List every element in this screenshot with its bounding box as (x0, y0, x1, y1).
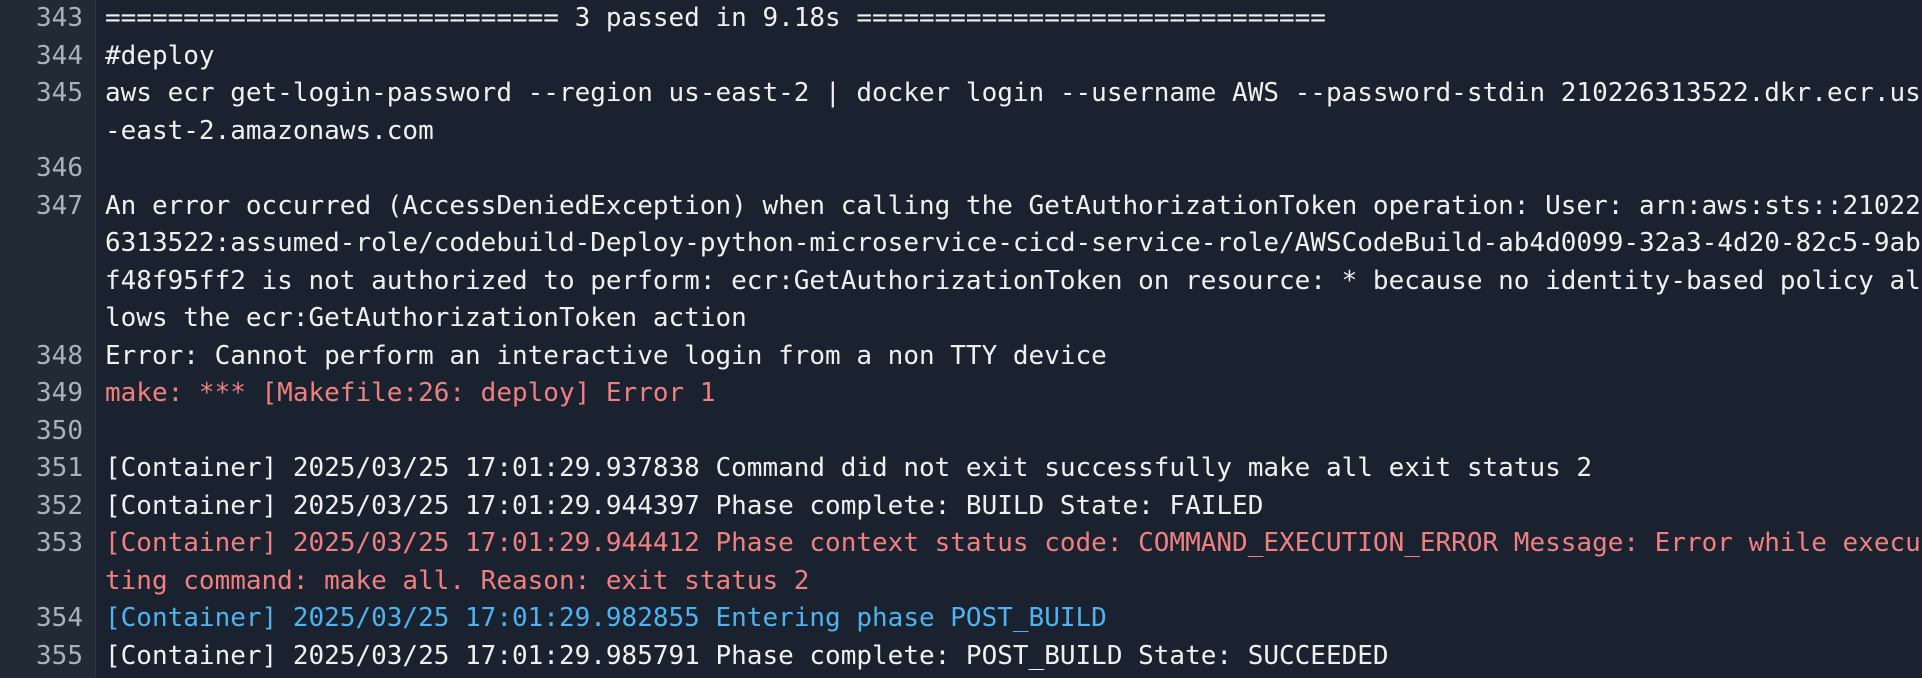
log-line: 346 (0, 150, 1922, 188)
log-line: 353 [Container] 2025/03/25 17:01:29.9444… (0, 525, 1922, 600)
log-text-info: [Container] 2025/03/25 17:01:29.982855 E… (105, 603, 1107, 633)
log-line: 350 (0, 413, 1922, 451)
log-line: 351 [Container] 2025/03/25 17:01:29.9378… (0, 450, 1922, 488)
line-number: 353 (36, 528, 83, 558)
log-lines: 343 ============================= 3 pass… (0, 0, 1922, 675)
log-text: [Container] 2025/03/25 17:01:29.985791 P… (105, 640, 1389, 671)
log-text-error: [Container] 2025/03/25 17:01:29.944412 P… (105, 528, 1921, 596)
log-text: #deploy (105, 40, 215, 71)
log-text-error: make: *** [Makefile:26: deploy] Error 1 (105, 378, 716, 408)
line-number: 350 (36, 415, 83, 446)
log-text: An error occurred (AccessDeniedException… (105, 190, 1921, 334)
log-line: 349 make: *** [Makefile:26: deploy] Erro… (0, 375, 1922, 413)
log-line: 347 An error occurred (AccessDeniedExcep… (0, 188, 1922, 338)
log-text: Error: Cannot perform an interactive log… (105, 340, 1107, 371)
log-line: 352 [Container] 2025/03/25 17:01:29.9443… (0, 488, 1922, 526)
line-number: 355 (36, 640, 83, 671)
log-line: 344 #deploy (0, 38, 1922, 76)
line-number: 346 (36, 153, 83, 183)
line-number: 344 (36, 40, 83, 71)
log-line: 345 aws ecr get-login-password --region … (0, 75, 1922, 150)
log-line: 354 [Container] 2025/03/25 17:01:29.9828… (0, 600, 1922, 638)
log-text: [Container] 2025/03/25 17:01:29.944397 P… (105, 490, 1264, 521)
log-line: 343 ============================= 3 pass… (0, 0, 1922, 38)
line-number: 352 (36, 490, 83, 521)
line-number: 343 (36, 3, 83, 33)
line-number: 349 (36, 378, 83, 408)
log-line: 355 [Container] 2025/03/25 17:01:29.9857… (0, 638, 1922, 676)
log-line: 348 Error: Cannot perform an interactive… (0, 338, 1922, 376)
line-number: 351 (36, 453, 83, 483)
build-log-viewer: 343 ============================= 3 pass… (0, 0, 1922, 678)
log-text: [Container] 2025/03/25 17:01:29.937838 C… (105, 453, 1593, 483)
line-number: 347 (36, 190, 83, 221)
log-text: aws ecr get-login-password --region us-e… (105, 78, 1921, 146)
line-number: 345 (36, 78, 83, 108)
line-number: 348 (36, 340, 83, 371)
log-text: ============================= 3 passed i… (105, 3, 1326, 33)
line-number: 354 (36, 603, 83, 633)
